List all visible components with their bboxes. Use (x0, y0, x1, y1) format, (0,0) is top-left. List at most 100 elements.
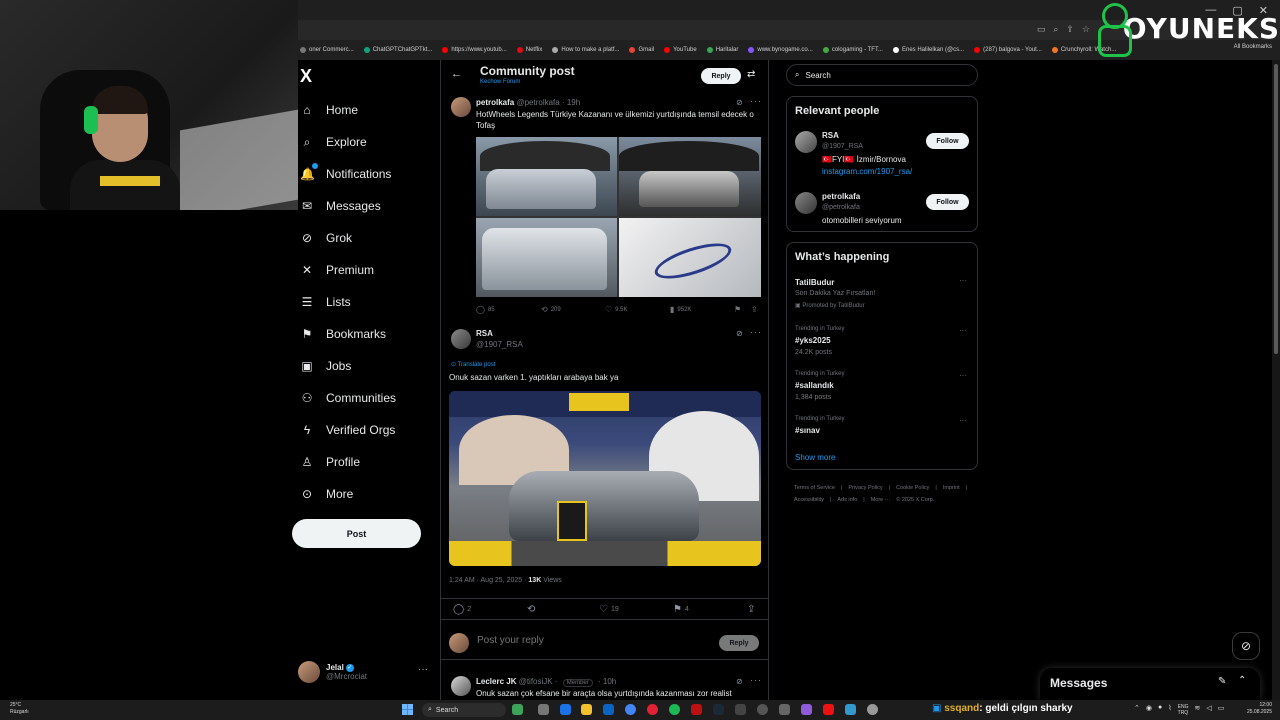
reply-submit-button[interactable]: Reply (719, 635, 759, 651)
sidebar-item-grok[interactable]: ⊘ Grok (300, 228, 352, 248)
clock[interactable]: 12:00 25.08.2025 (1247, 702, 1272, 716)
more-dots-icon[interactable]: ··· (959, 326, 967, 335)
petrolkafa-avatar[interactable] (795, 192, 817, 214)
trend-title[interactable]: #sallandık (795, 381, 834, 390)
sidebar-item-jobs[interactable]: ▣ Jobs (300, 356, 351, 376)
footer-link[interactable]: Cookie Policy (896, 482, 929, 494)
bookmark-item[interactable]: www.bynogame.co... (748, 47, 813, 53)
repost-action[interactable]: ⟲ (527, 604, 538, 615)
app-icon[interactable] (691, 704, 702, 715)
footer-link[interactable]: Imprint (943, 482, 960, 494)
reply-action[interactable]: ◯ 2 (453, 604, 471, 615)
show-more-link[interactable]: Show more (795, 453, 835, 462)
grok-icon[interactable]: ⊘ (736, 677, 743, 686)
share-action[interactable]: ⇪ (747, 604, 755, 615)
app-icon[interactable] (867, 704, 878, 715)
bookmark-item[interactable]: oner Commerc... (300, 47, 354, 53)
bookmark-item[interactable]: https://www.youtub... (442, 47, 507, 53)
sidebar-item-messages[interactable]: ✉ Messages (300, 196, 381, 216)
sidebar-item-home[interactable]: ⌂ Home (300, 100, 358, 120)
rsa-handle[interactable]: @1907_RSA (822, 143, 863, 150)
chrome-icon[interactable] (625, 704, 636, 715)
sidebar-item-premium[interactable]: ✕ Premium (300, 260, 374, 280)
back-arrow-icon[interactable]: ← (451, 68, 462, 80)
more-dots-icon[interactable]: ··· (750, 96, 762, 106)
focused-post-author[interactable]: RSA (476, 329, 493, 338)
sidebar-item-verified-orgs[interactable]: ϟ Verified Orgs (300, 420, 396, 440)
steam-icon[interactable] (713, 704, 724, 715)
app-icon[interactable] (735, 704, 746, 715)
app-icon[interactable] (823, 704, 834, 715)
chevron-up-icon[interactable]: ⌃ (1134, 704, 1140, 716)
petrolkafa-name[interactable]: petrolkafa (822, 192, 860, 201)
like-count[interactable]: ♡ 9.5K (605, 305, 628, 314)
grid-photo-2[interactable] (619, 137, 761, 216)
language-indicator[interactable]: ENG TRQ (1178, 704, 1189, 716)
star-icon[interactable]: ☆ (1082, 24, 1090, 35)
microphone-icon[interactable]: ⌇ (1168, 704, 1171, 716)
app-icon[interactable] (603, 704, 614, 715)
grok-icon[interactable]: ⊘ (736, 98, 743, 107)
app-icon[interactable] (845, 704, 856, 715)
more-dots-icon[interactable]: ··· (418, 664, 428, 675)
compose-message-icon[interactable]: ✎ (1218, 676, 1226, 687)
sidebar-item-explore[interactable]: ⌕ Explore (300, 132, 367, 152)
opera-icon[interactable] (647, 704, 658, 715)
reply-avatar[interactable] (451, 676, 471, 696)
sidebar-item-communities[interactable]: ⚇ Communities (300, 388, 396, 408)
taskbar-search[interactable]: ⌕ Search (422, 703, 506, 717)
parent-post-author[interactable]: petrolkafa (476, 98, 514, 107)
bookmark-action[interactable]: ⚑ 4 (673, 604, 689, 615)
grok-icon[interactable]: ⊘ (736, 329, 743, 338)
post-button[interactable]: Post (292, 519, 421, 548)
reply-author[interactable]: Leclerc JK (476, 677, 516, 686)
bookmark-item[interactable]: Haritalar (706, 47, 738, 53)
follow-rsa-button[interactable]: Follow (926, 133, 969, 149)
footer-link[interactable]: Privacy Policy (848, 482, 882, 494)
bookmark-item[interactable]: YouTube (664, 47, 697, 53)
translate-post-link[interactable]: ⊙ Translate post (451, 361, 495, 368)
rsa-avatar[interactable] (795, 131, 817, 153)
app-icon[interactable] (560, 704, 571, 715)
like-action[interactable]: ♡ 19 (599, 604, 619, 615)
focused-post-handle[interactable]: @1907_RSA (476, 340, 523, 349)
messages-drawer[interactable]: Messages ✎ ⌃ (1040, 668, 1260, 700)
footer-link[interactable]: © 2025 X Corp. (896, 494, 934, 506)
app-icon[interactable] (801, 704, 812, 715)
repost-count[interactable]: ⟲ 209 (541, 305, 561, 314)
app-icon[interactable] (512, 704, 523, 715)
wifi-icon[interactable]: ≋ (1194, 704, 1200, 716)
more-dots-icon[interactable]: ··· (959, 371, 967, 380)
filter-icon[interactable]: ⇄ (747, 69, 755, 80)
search-input[interactable] (805, 70, 956, 80)
view-count[interactable]: ▮ 952K (670, 305, 691, 314)
grid-photo-3[interactable] (476, 218, 617, 297)
account-switcher[interactable]: Jelal ✓ @Mrcrociat ··· (298, 658, 430, 686)
bookmark-icon[interactable]: ⚑ (734, 305, 741, 314)
sidebar-item-more[interactable]: ⊙ More (300, 484, 353, 504)
community-name-link[interactable]: Kechow Forum (480, 79, 520, 85)
bookmark-item[interactable]: Enes Halilelkan (@cs... (892, 47, 964, 53)
follow-petrolkafa-button[interactable]: Follow (926, 194, 969, 210)
page-scrollbar[interactable] (1272, 60, 1280, 700)
trend-title[interactable]: #sınav (795, 426, 820, 435)
bookmark-item[interactable]: cologaming - TFT... (822, 47, 883, 53)
footer-link[interactable]: Terms of Service (794, 482, 835, 494)
trend-title[interactable]: #yks2025 (795, 336, 831, 345)
bookmark-item[interactable]: (287) balgova - Yout... (974, 47, 1042, 53)
reply-input[interactable] (477, 635, 677, 646)
grid-photo-1[interactable] (476, 137, 617, 216)
rsa-link[interactable]: instagram.com/1907_rsa/ (822, 167, 912, 176)
cast-icon[interactable]: ▭ (1037, 24, 1046, 35)
reply-top-button[interactable]: Reply (701, 68, 741, 84)
volume-icon[interactable]: ◁ (1206, 704, 1211, 716)
sidebar-item-notifications[interactable]: 🔔 Notifications (300, 163, 391, 184)
expand-icon[interactable]: ⌃ (1238, 675, 1246, 686)
bookmark-item[interactable]: Gmail (629, 47, 654, 53)
footer-link[interactable]: More ··· (871, 494, 891, 506)
app-icon[interactable] (757, 704, 768, 715)
sidebar-item-lists[interactable]: ☰ Lists (300, 292, 351, 312)
scroll-thumb[interactable] (1274, 64, 1278, 354)
task-view-icon[interactable] (538, 704, 549, 715)
battery-icon[interactable]: ▭ (1218, 704, 1225, 716)
